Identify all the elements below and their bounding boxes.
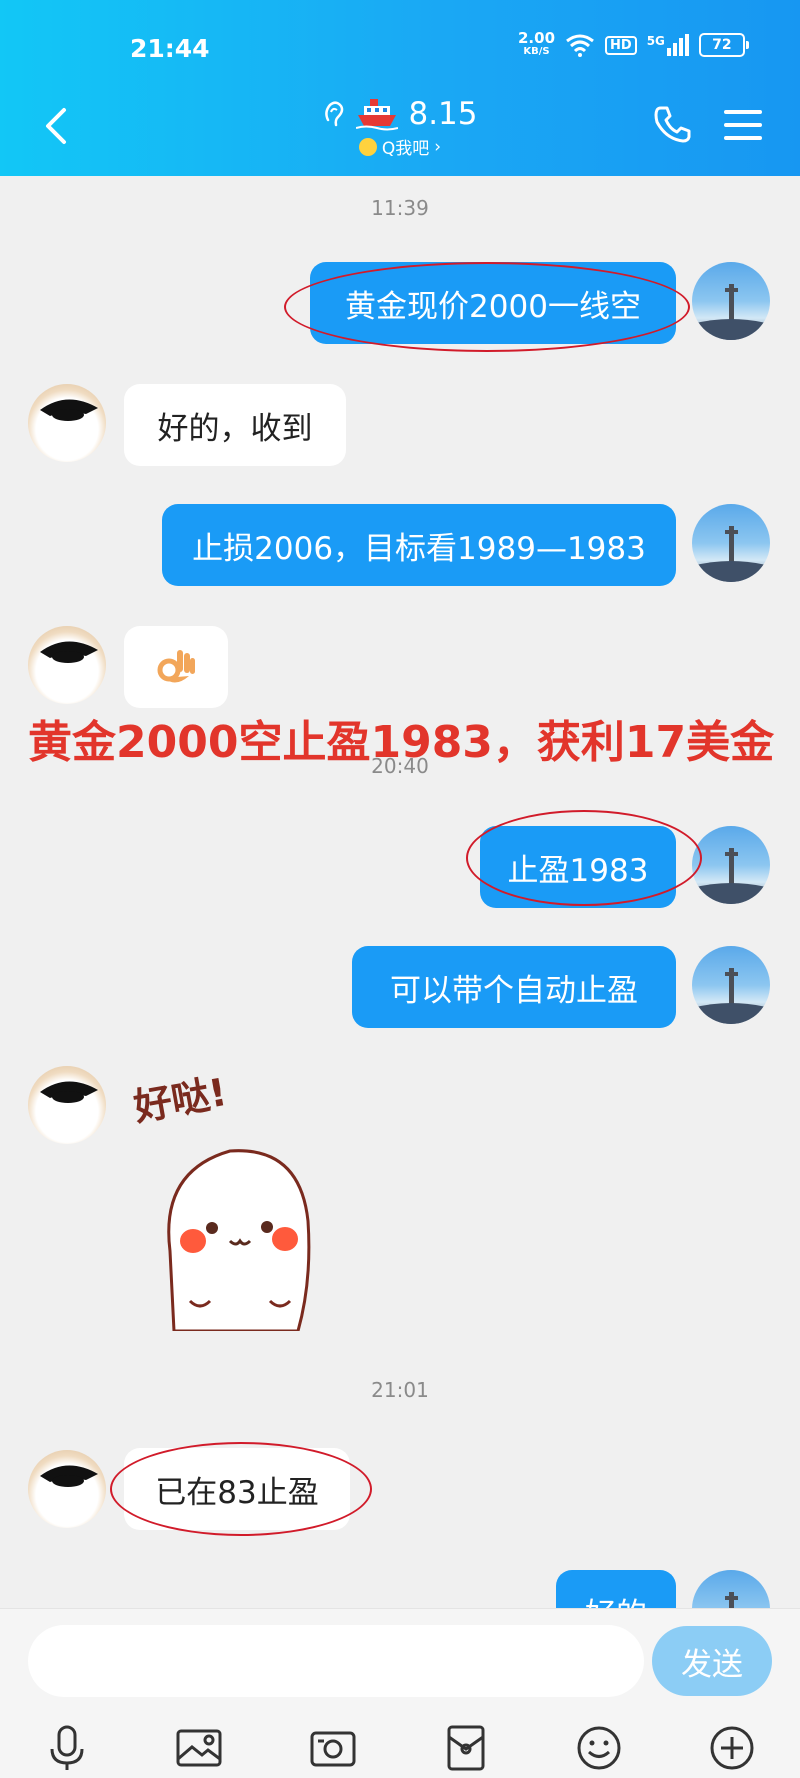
highlight-ellipse (110, 1442, 372, 1536)
cartoon-sticker-icon: 好哒! (130, 1070, 311, 1333)
chat-subtitle: Q我吧 (381, 139, 430, 159)
ear-icon (325, 101, 344, 127)
timestamp: 21:01 (371, 1378, 429, 1402)
input-area: 发送 (0, 1608, 800, 1778)
timestamp: 11:39 (371, 196, 429, 220)
battery-indicator: 72 (698, 33, 749, 57)
chat-title-text: 8.15 (408, 96, 478, 132)
friend-avatar[interactable] (28, 1066, 106, 1144)
menu-icon[interactable] (724, 108, 762, 142)
message-bubble-out[interactable]: 止损2006，目标看1989—1983 (162, 504, 676, 586)
red-packet-icon[interactable] (441, 1723, 491, 1773)
message-bubble-in[interactable] (124, 626, 228, 708)
hd-badge: HD (605, 35, 637, 55)
microphone-icon[interactable] (42, 1723, 92, 1773)
plus-icon[interactable] (707, 1723, 757, 1773)
highlight-ellipse (466, 810, 702, 906)
smile-icon (358, 137, 377, 156)
message-bubble-out[interactable]: 可以带个自动止盈 (352, 946, 676, 1028)
ok-hand-emoji-icon (157, 650, 195, 683)
send-button[interactable]: 发送 (652, 1626, 772, 1696)
emoji-icon[interactable] (574, 1723, 624, 1773)
my-avatar[interactable] (692, 946, 770, 1024)
highlight-ellipse (284, 262, 690, 352)
signal-icon: 5G (647, 34, 689, 56)
sticker-caption: 好哒! (130, 1070, 230, 1130)
friend-avatar[interactable] (28, 384, 106, 462)
sticker-message[interactable]: 好哒! (130, 1061, 360, 1333)
status-icons: 2.00 KB/S HD 5G 72 (518, 29, 749, 58)
my-avatar[interactable] (692, 826, 770, 904)
back-icon[interactable] (38, 104, 74, 148)
image-icon[interactable] (174, 1723, 224, 1773)
my-avatar[interactable] (692, 262, 770, 340)
ship-icon (356, 99, 399, 131)
timestamp: 20:40 (371, 754, 429, 778)
chevron-right-icon: › (434, 136, 442, 157)
message-input[interactable] (28, 1625, 644, 1697)
camera-icon[interactable] (308, 1723, 358, 1773)
message-bubble-in[interactable]: 好的，收到 (124, 384, 346, 466)
my-avatar[interactable] (692, 504, 770, 582)
message-bubble-out[interactable]: 好的 (556, 1570, 676, 1608)
phone-icon[interactable] (652, 104, 692, 144)
top-bar: 21:44 2.00 KB/S HD 5G 72 8.15 Q我吧 › (0, 0, 800, 176)
my-avatar[interactable] (692, 1570, 770, 1608)
network-speed: 2.00 KB/S (518, 29, 556, 58)
status-time: 21:44 (130, 34, 210, 63)
friend-avatar[interactable] (28, 1450, 106, 1528)
chat-title[interactable]: 8.15 Q我吧 › (290, 96, 510, 159)
wifi-icon (566, 34, 594, 57)
chat-area[interactable]: 11:39 黄金现价2000一线空 好的，收到 止损2006，目标看1989—1… (0, 176, 800, 1608)
friend-avatar[interactable] (28, 626, 106, 704)
